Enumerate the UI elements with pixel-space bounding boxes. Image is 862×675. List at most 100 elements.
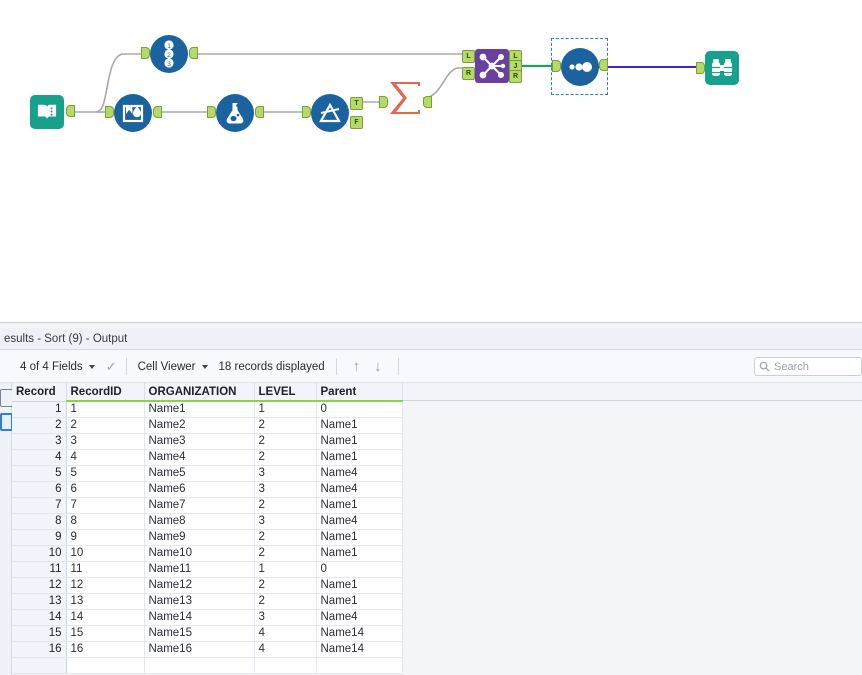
cell-parent[interactable] bbox=[316, 657, 402, 673]
cell-record[interactable]: 1 bbox=[12, 401, 66, 417]
workflow-canvas[interactable]: 1 2 3 bbox=[0, 0, 862, 322]
table-row[interactable]: 1616Name164Name14 bbox=[12, 641, 402, 657]
filter-input-port[interactable] bbox=[302, 106, 311, 118]
cell-organization[interactable]: Name7 bbox=[144, 497, 254, 513]
formula-output-port[interactable] bbox=[255, 106, 264, 118]
cell-recordid[interactable]: 5 bbox=[66, 465, 144, 481]
scroll-up-button[interactable]: ↑ bbox=[346, 359, 368, 374]
cell-parent[interactable]: Name1 bbox=[316, 417, 402, 433]
table-row[interactable]: 1212Name122Name1 bbox=[12, 577, 402, 593]
chevron-down-icon[interactable] bbox=[202, 365, 208, 369]
cell-organization[interactable]: Name4 bbox=[144, 449, 254, 465]
cell-level[interactable]: 1 bbox=[254, 561, 316, 577]
cell-parent[interactable]: Name1 bbox=[316, 497, 402, 513]
cell-level[interactable]: 2 bbox=[254, 497, 316, 513]
data-cleansing-input-port[interactable] bbox=[105, 106, 114, 118]
cell-record[interactable] bbox=[12, 657, 66, 673]
column-header-level[interactable]: LEVEL bbox=[254, 383, 316, 401]
table-row[interactable]: 22Name22Name1 bbox=[12, 417, 402, 433]
sort-input-port[interactable] bbox=[552, 60, 561, 72]
cell-record[interactable]: 11 bbox=[12, 561, 66, 577]
data-cleansing-tool[interactable] bbox=[114, 94, 152, 132]
cell-record[interactable]: 8 bbox=[12, 513, 66, 529]
cell-record[interactable]: 9 bbox=[12, 529, 66, 545]
record-id-output-port[interactable] bbox=[189, 47, 198, 59]
cell-recordid[interactable]: 2 bbox=[66, 417, 144, 433]
cell-organization[interactable]: Name12 bbox=[144, 577, 254, 593]
table-row[interactable]: 1414Name143Name4 bbox=[12, 609, 402, 625]
cell-record[interactable]: 2 bbox=[12, 417, 66, 433]
table-row[interactable]: 66Name63Name4 bbox=[12, 481, 402, 497]
search-input[interactable] bbox=[770, 360, 852, 374]
cell-level[interactable]: 4 bbox=[254, 641, 316, 657]
join-left-input-port[interactable]: L bbox=[462, 50, 475, 63]
column-header-organization[interactable]: ORGANIZATION bbox=[144, 383, 254, 401]
cell-parent[interactable]: 0 bbox=[316, 401, 402, 417]
cell-recordid[interactable]: 12 bbox=[66, 577, 144, 593]
cell-recordid[interactable]: 10 bbox=[66, 545, 144, 561]
cell-recordid[interactable]: 15 bbox=[66, 625, 144, 641]
cell-level[interactable]: 2 bbox=[254, 593, 316, 609]
cell-level[interactable]: 3 bbox=[254, 481, 316, 497]
table-row[interactable]: 99Name92Name1 bbox=[12, 529, 402, 545]
cell-organization[interactable]: Name5 bbox=[144, 465, 254, 481]
results-grid[interactable]: Record RecordID ORGANIZATION LEVEL Paren… bbox=[12, 383, 862, 675]
cell-level[interactable]: 2 bbox=[254, 577, 316, 593]
cell-level[interactable]: 2 bbox=[254, 449, 316, 465]
formula-input-port[interactable] bbox=[207, 106, 216, 118]
table-row[interactable]: 88Name83Name4 bbox=[12, 513, 402, 529]
cell-organization[interactable]: Name6 bbox=[144, 481, 254, 497]
cell-parent[interactable]: Name1 bbox=[316, 449, 402, 465]
scroll-down-button[interactable]: ↓ bbox=[367, 359, 389, 374]
cell-recordid[interactable]: 8 bbox=[66, 513, 144, 529]
fields-selector[interactable]: 4 of 4 Fields bbox=[18, 351, 102, 382]
browse-input-port[interactable] bbox=[696, 62, 705, 74]
column-header-record[interactable]: Record bbox=[12, 383, 66, 401]
table-row[interactable]: 77Name72Name1 bbox=[12, 497, 402, 513]
sort-tool[interactable] bbox=[561, 48, 599, 86]
join-right-input-port[interactable]: R bbox=[462, 67, 475, 80]
table-row[interactable] bbox=[12, 657, 402, 673]
cell-organization[interactable]: Name1 bbox=[144, 401, 254, 417]
cell-level[interactable]: 2 bbox=[254, 529, 316, 545]
cell-recordid[interactable]: 1 bbox=[66, 401, 144, 417]
cell-record[interactable]: 15 bbox=[12, 625, 66, 641]
directory-tool[interactable] bbox=[30, 95, 64, 129]
cell-viewer-selector[interactable]: Cell Viewer bbox=[136, 351, 215, 382]
cell-parent[interactable]: Name1 bbox=[316, 529, 402, 545]
column-header-recordid[interactable]: RecordID bbox=[66, 383, 144, 401]
cell-record[interactable]: 6 bbox=[12, 481, 66, 497]
cell-record[interactable]: 4 bbox=[12, 449, 66, 465]
cell-level[interactable]: 3 bbox=[254, 609, 316, 625]
cell-record[interactable]: 7 bbox=[12, 497, 66, 513]
cell-recordid[interactable]: 13 bbox=[66, 593, 144, 609]
cell-record[interactable]: 16 bbox=[12, 641, 66, 657]
cell-parent[interactable]: Name4 bbox=[316, 513, 402, 529]
cell-organization[interactable] bbox=[144, 657, 254, 673]
column-header-parent[interactable]: Parent bbox=[316, 383, 402, 401]
cell-level[interactable]: 2 bbox=[254, 417, 316, 433]
table-row[interactable]: 33Name32Name1 bbox=[12, 433, 402, 449]
table-row[interactable]: 1010Name102Name1 bbox=[12, 545, 402, 561]
cell-organization[interactable]: Name11 bbox=[144, 561, 254, 577]
summarize-input-port[interactable] bbox=[379, 96, 388, 108]
cell-parent[interactable]: Name1 bbox=[316, 545, 402, 561]
browse-tool[interactable] bbox=[705, 51, 739, 85]
cell-organization[interactable]: Name13 bbox=[144, 593, 254, 609]
filter-false-port[interactable]: F bbox=[350, 116, 363, 129]
cell-organization[interactable]: Name16 bbox=[144, 641, 254, 657]
table-row[interactable]: 11Name110 bbox=[12, 401, 402, 417]
cell-parent[interactable]: Name1 bbox=[316, 593, 402, 609]
cell-recordid[interactable]: 7 bbox=[66, 497, 144, 513]
cell-organization[interactable]: Name3 bbox=[144, 433, 254, 449]
filter-tool[interactable]: T F bbox=[311, 94, 349, 132]
cell-record[interactable]: 14 bbox=[12, 609, 66, 625]
sort-output-port[interactable] bbox=[599, 59, 608, 71]
summarize-tool[interactable] bbox=[387, 80, 423, 116]
cell-parent[interactable]: Name4 bbox=[316, 465, 402, 481]
cell-level[interactable]: 3 bbox=[254, 465, 316, 481]
data-cleansing-output-port[interactable] bbox=[153, 106, 162, 118]
search-box[interactable] bbox=[754, 357, 862, 376]
cell-level[interactable]: 1 bbox=[254, 401, 316, 417]
record-id-tool[interactable]: 1 2 3 bbox=[150, 35, 188, 73]
